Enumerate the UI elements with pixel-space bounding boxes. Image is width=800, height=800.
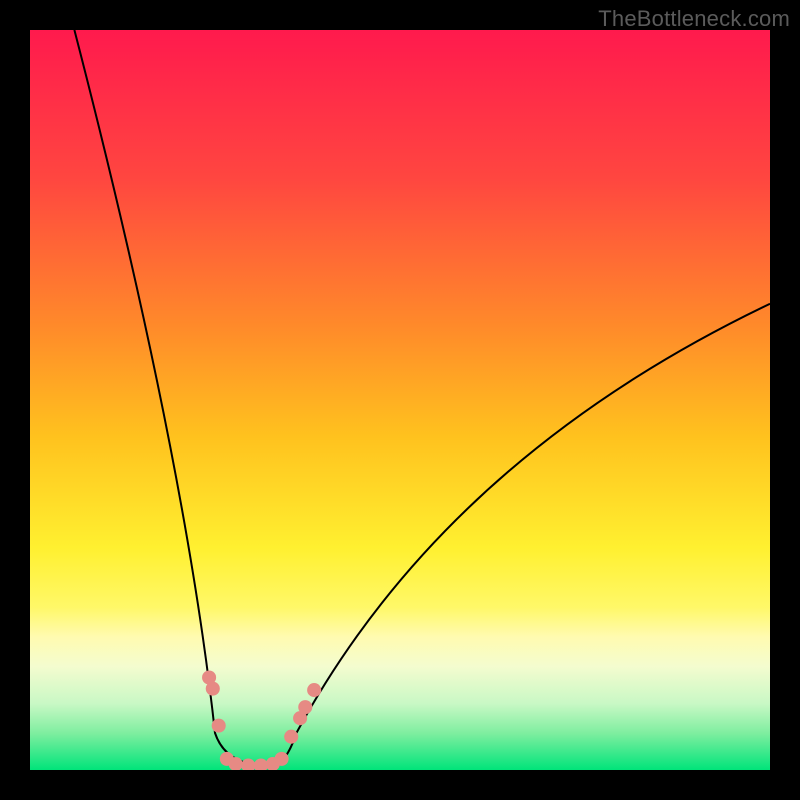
gradient-background bbox=[30, 30, 770, 770]
chart-frame: TheBottleneck.com bbox=[0, 0, 800, 800]
data-marker bbox=[206, 682, 220, 696]
data-marker bbox=[212, 719, 226, 733]
data-marker bbox=[284, 730, 298, 744]
plot-area bbox=[30, 30, 770, 770]
chart-svg bbox=[30, 30, 770, 770]
data-marker bbox=[298, 700, 312, 714]
watermark-text: TheBottleneck.com bbox=[598, 6, 790, 32]
data-marker bbox=[307, 683, 321, 697]
data-marker bbox=[275, 752, 289, 766]
